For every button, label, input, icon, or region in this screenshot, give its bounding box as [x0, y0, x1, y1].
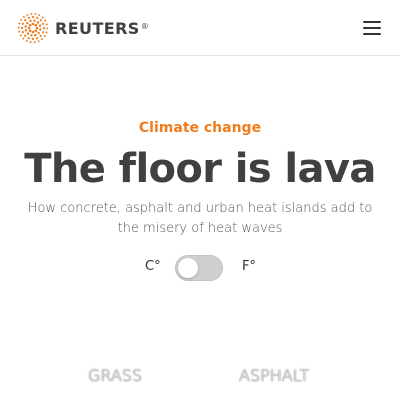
logo-dot [24, 34, 27, 37]
logo-dot [18, 22, 21, 25]
logo-dot [37, 31, 40, 35]
hamburger-menu-icon [363, 21, 381, 23]
logo-dot [36, 16, 39, 19]
section-kicker[interactable]: Climate change [0, 120, 400, 136]
logo-dot [39, 19, 42, 22]
logo-dot [42, 31, 45, 34]
logo-dot [35, 26, 39, 30]
logo-dot [37, 40, 40, 43]
logo-dot [41, 38, 43, 41]
logo-dot [38, 24, 42, 27]
logo-dot [42, 26, 46, 30]
logo-dot [33, 19, 36, 22]
logo-dot [24, 19, 27, 22]
logo-dot [31, 22, 35, 26]
logo-dot [33, 41, 36, 44]
logo-dot [28, 23, 32, 27]
logo-dot [25, 39, 28, 42]
reuters-logo[interactable]: REUTERS ® [17, 12, 149, 44]
logo-dot [29, 41, 32, 44]
logo-dot [24, 25, 27, 28]
logo-dot [34, 23, 38, 27]
logo-dot [43, 35, 46, 38]
menu-button[interactable] [361, 17, 383, 39]
logo-dot [19, 34, 22, 37]
logo-dot [30, 12, 33, 15]
logo-dot [27, 16, 30, 19]
logo-dot [34, 29, 38, 33]
logo-dot [41, 16, 44, 19]
site-header: REUTERS ® [0, 0, 400, 56]
logo-dot [20, 26, 24, 30]
toggle-knob [178, 258, 198, 278]
logo-dot [27, 26, 31, 30]
logo-dot [20, 18, 23, 21]
logo-dot [34, 33, 37, 37]
logo-dot [26, 32, 30, 35]
logo-dot [21, 31, 24, 34]
logo-dot [36, 21, 40, 24]
grass-label: GRASS [88, 366, 143, 385]
unit-toggle-switch[interactable] [175, 255, 223, 281]
asphalt-label: ASPHALT [239, 366, 310, 385]
logo-dot [38, 14, 41, 17]
logo-dot [29, 19, 32, 23]
logo-dot [23, 15, 25, 18]
logo-dot [31, 37, 35, 41]
logo-dot [17, 26, 20, 29]
logo-dot [21, 22, 24, 25]
logo-dot [24, 29, 28, 32]
logo-dot [18, 30, 21, 33]
logo-registered-mark: ® [140, 21, 149, 31]
logo-dot [42, 22, 45, 25]
logo-dot [39, 28, 42, 31]
logo-dot [45, 23, 48, 26]
logo-dot [28, 29, 32, 33]
logo-dot [45, 31, 48, 34]
logo-dot [22, 37, 25, 40]
logo-dot [31, 15, 35, 19]
logo-text: REUTERS [55, 18, 140, 38]
logo-dot [46, 27, 49, 30]
logo-dot [26, 13, 29, 16]
logo-dot [39, 34, 42, 37]
article-dek: How concrete, asphalt and urban heat isl… [27, 201, 373, 236]
logo-dot [36, 37, 39, 40]
fahrenheit-label[interactable]: F° [242, 259, 256, 274]
logo-dot [34, 12, 37, 15]
celsius-label[interactable]: C° [145, 259, 161, 274]
logo-dot [30, 34, 33, 37]
logo-dot [44, 19, 47, 22]
logo-dot [31, 30, 35, 34]
article-headline: The floor is lava [24, 146, 376, 192]
reuters-dot-logo-icon [17, 12, 49, 44]
logo-dot [27, 37, 30, 40]
temperature-unit-toggle: C° F° [0, 255, 400, 281]
logo-dot [26, 21, 29, 25]
page: REUTERS ® Climate change The floor is lav… [0, 0, 400, 400]
